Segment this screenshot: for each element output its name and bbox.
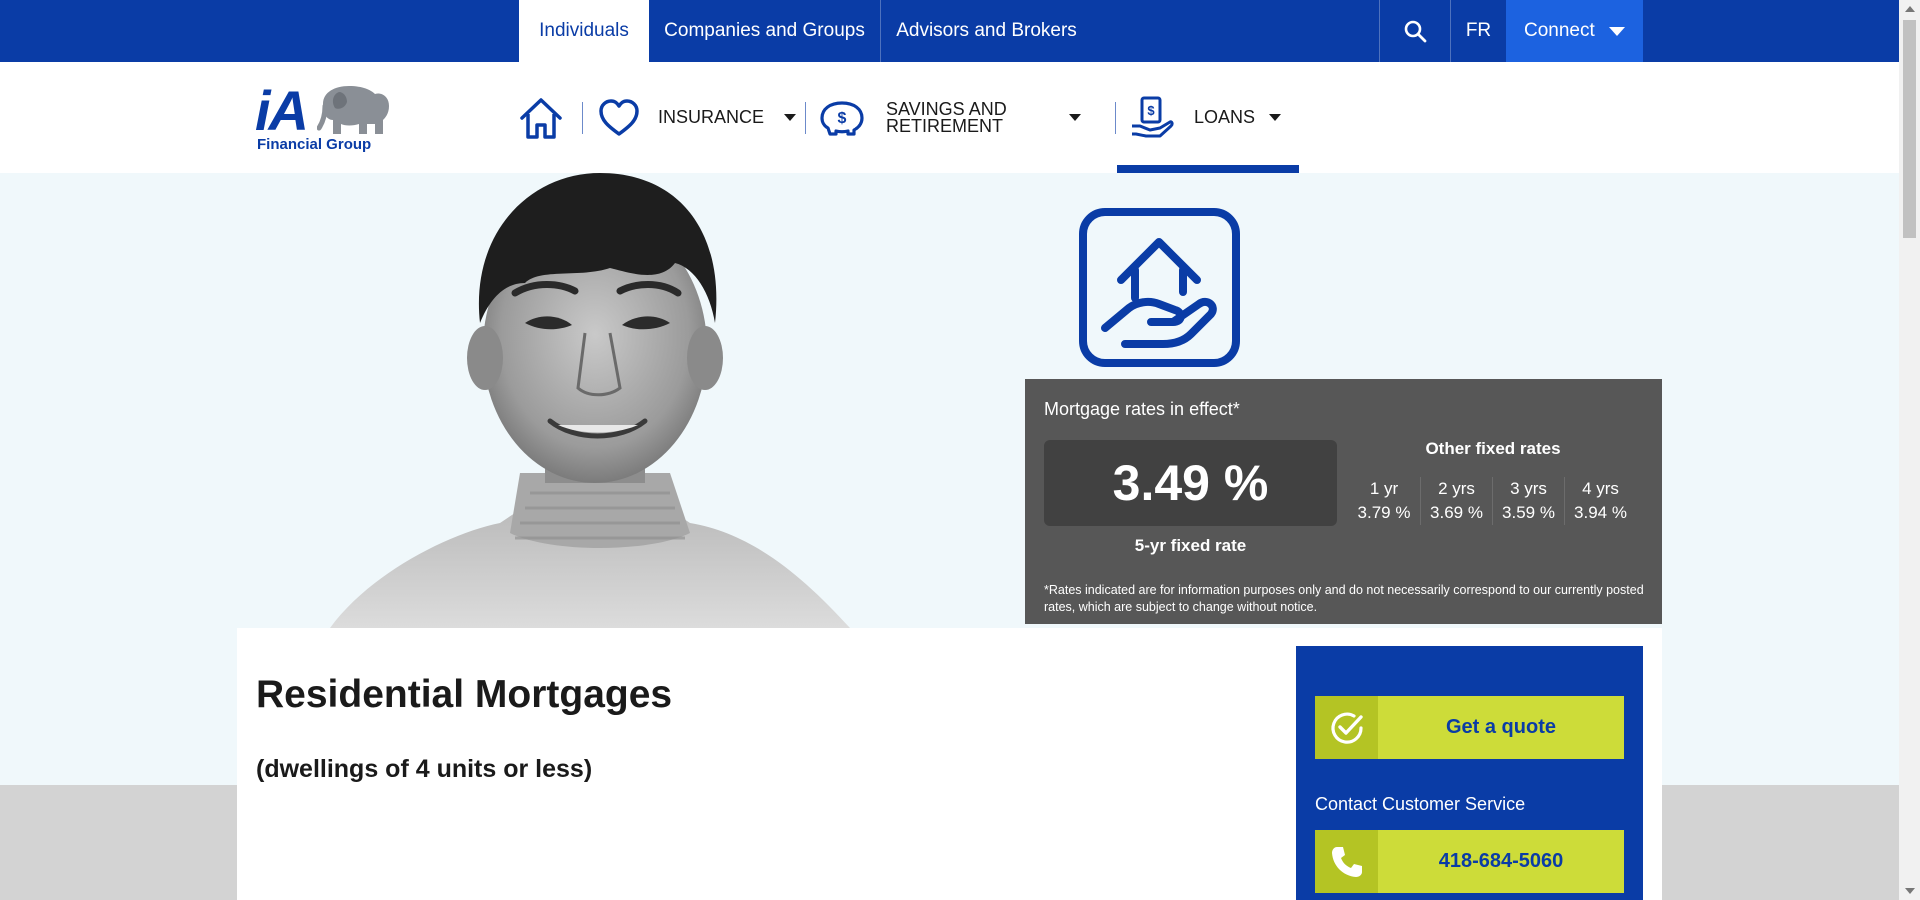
active-nav-indicator: [1117, 165, 1299, 173]
connect-label: Connect: [1524, 20, 1595, 41]
page-scrollbar[interactable]: [1899, 0, 1920, 900]
rates-title: Mortgage rates in effect*: [1044, 399, 1240, 419]
nav-insurance[interactable]: Insurance: [598, 62, 797, 173]
nav-insurance-label: Insurance: [658, 107, 765, 127]
rate-value: 3.94 %: [1574, 503, 1627, 522]
rates-disclaimer: *Rates indicated are for information pur…: [1044, 583, 1644, 614]
svg-text:$: $: [1147, 103, 1155, 118]
nav-home[interactable]: [518, 62, 564, 173]
caret-down-icon: [1608, 26, 1625, 36]
tab-individuals-label: Individuals: [539, 20, 629, 41]
tab-individuals[interactable]: Individuals: [519, 0, 649, 62]
caret-down-icon: [1069, 114, 1081, 121]
scroll-up-arrow-icon[interactable]: [1905, 6, 1915, 12]
tab-companies-label: Companies and Groups: [664, 20, 865, 41]
phone-icon: [1315, 830, 1378, 893]
main-nav: iA Financial Group Insurance $ Savings a…: [0, 62, 1899, 173]
main-rate-box: 3.49 %: [1044, 440, 1337, 526]
check-circle-icon: [1315, 696, 1378, 759]
rate-term: 1 yr: [1369, 479, 1399, 498]
house-in-hand-icon: [1079, 208, 1240, 372]
nav-loans-label: Loans: [1194, 107, 1256, 127]
language-toggle[interactable]: FR: [1451, 0, 1506, 62]
rate-column: 4 yrs 3.94 %: [1564, 477, 1636, 525]
rate-column: 1 yr 3.79 %: [1348, 477, 1420, 525]
heart-icon: [599, 98, 639, 136]
rate-term: 2 yrs: [1438, 479, 1475, 498]
logo[interactable]: iA Financial Group: [255, 79, 390, 156]
nav-savings-and-retirement[interactable]: $ Savings and Retirement: [820, 62, 1081, 173]
scroll-down-arrow-icon[interactable]: [1905, 888, 1915, 894]
main-rate-value: 3.49 %: [1112, 455, 1269, 511]
hand-dollar-icon: $: [1132, 96, 1174, 137]
phone-button[interactable]: 418-684-5060: [1315, 830, 1624, 893]
page-subtitle: (dwellings of 4 units or less): [256, 755, 593, 783]
contact-sidecard: Get a quote Contact Customer Service 418…: [1296, 646, 1643, 900]
caret-down-icon: [1269, 114, 1282, 121]
search-icon: [1404, 20, 1427, 43]
search-button[interactable]: [1380, 0, 1450, 62]
rate-term: 4 yrs: [1582, 479, 1619, 498]
mortgage-rates-panel: Mortgage rates in effect* 3.49 % 5-yr fi…: [1025, 379, 1662, 624]
phone-number: 418-684-5060: [1438, 850, 1564, 872]
rate-value: 3.59 %: [1502, 503, 1555, 522]
rate-value: 3.79 %: [1357, 503, 1411, 522]
nav-divider: [1115, 102, 1116, 134]
svg-text:$: $: [838, 110, 847, 127]
elephant-logo-icon: [317, 86, 389, 134]
tab-companies-and-groups[interactable]: Companies and Groups: [649, 0, 880, 62]
language-label: FR: [1465, 20, 1492, 41]
rate-value: 3.69 %: [1430, 503, 1483, 522]
main-rate-label: 5-yr fixed rate: [1134, 536, 1247, 555]
page-title: Residential Mortgages: [256, 673, 673, 716]
contact-customer-service-label: Contact Customer Service: [1315, 794, 1526, 814]
nav-divider: [805, 102, 806, 134]
other-rates-table: 1 yr 3.79 % 2 yrs 3.69 % 3 yrs 3.59 % 4 yrs…: [1348, 477, 1636, 525]
nav-savings-label: Savings and Retirement: [886, 98, 1007, 136]
rate-term: 3 yrs: [1510, 479, 1547, 498]
logo-text: iA: [255, 79, 309, 142]
scroll-thumb[interactable]: [1903, 20, 1916, 238]
logo-subtitle: Financial Group: [257, 136, 372, 153]
nav-loans[interactable]: $ Loans: [1130, 62, 1282, 173]
coin-piggy-icon: $: [820, 100, 864, 136]
connect-button[interactable]: Connect: [1506, 0, 1643, 62]
rate-column: 3 yrs 3.59 %: [1492, 477, 1564, 525]
caret-down-icon: [784, 114, 797, 121]
home-icon: [520, 97, 562, 139]
hero-portrait-image: [330, 173, 890, 628]
rate-column: 2 yrs 3.69 %: [1420, 477, 1492, 525]
top-bar: Individuals Companies and Groups Advisor…: [0, 0, 1899, 62]
tab-advisors-and-brokers[interactable]: Advisors and Brokers: [881, 0, 1092, 62]
other-rates-title: Other fixed rates: [1425, 439, 1561, 458]
get-a-quote-label: Get a quote: [1445, 716, 1556, 738]
nav-divider: [582, 102, 583, 134]
get-a-quote-button[interactable]: Get a quote: [1315, 696, 1624, 759]
tab-advisors-label: Advisors and Brokers: [896, 20, 1077, 41]
